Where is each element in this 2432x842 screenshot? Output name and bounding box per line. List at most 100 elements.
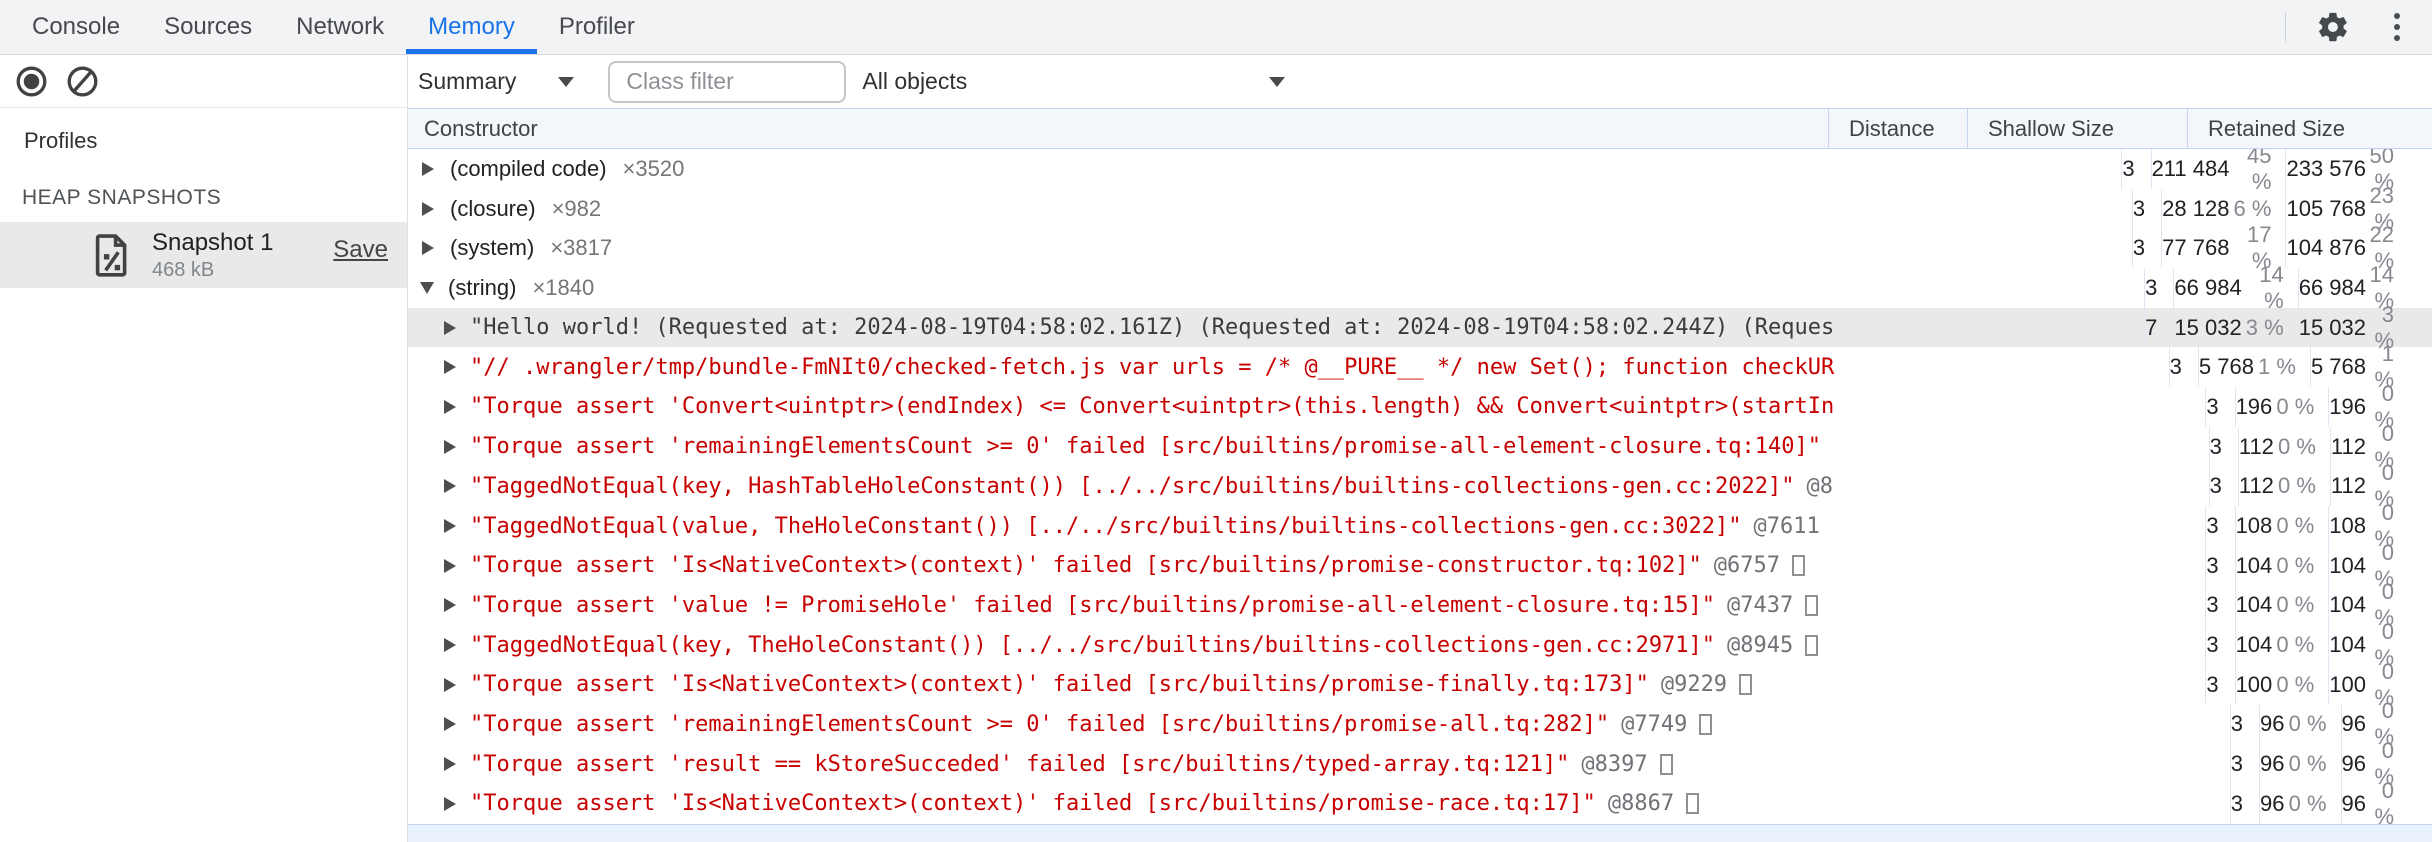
shallow-size-cell-percent: 0 %: [2276, 552, 2315, 578]
heap-row-string[interactable]: "Torque assert 'Is<NativeContext>(contex…: [408, 540, 2432, 591]
distance-cell: 3: [2208, 466, 2238, 507]
expand-arrow-icon[interactable]: [420, 281, 434, 294]
expand-arrow-icon[interactable]: [422, 201, 434, 216]
class-filter-input[interactable]: [608, 60, 847, 103]
heap-row-string[interactable]: "Torque assert 'remainingElementsCount >…: [408, 698, 2432, 749]
constructor-cell: "Torque assert 'value != PromiseHole' fa…: [408, 586, 2205, 626]
string-value: "Torque assert 'result == kStoreSucceded…: [470, 751, 1570, 777]
retained-size-cell: 96 0 %: [2340, 778, 2432, 824]
shallow-size-cell-percent: 0 %: [2278, 473, 2316, 499]
object-ref-icon[interactable]: [1739, 674, 1753, 696]
constructor-label: (compiled code): [450, 155, 607, 181]
expand-arrow-icon[interactable]: [444, 320, 456, 335]
shallow-size-cell-value: 104: [2235, 552, 2273, 578]
heap-row-string[interactable]: "TaggedNotEqual(key, HashTableHoleConsta…: [408, 460, 2432, 511]
object-id: @7437: [1727, 592, 1794, 618]
tab-network[interactable]: Network: [274, 0, 406, 54]
object-ref-icon[interactable]: [1792, 555, 1806, 577]
heap-row-string[interactable]: "Torque assert 'result == kStoreSucceded…: [408, 738, 2432, 789]
object-id: @9229: [1660, 672, 1728, 698]
expand-arrow-icon[interactable]: [444, 479, 456, 494]
object-ref-icon[interactable]: [1686, 793, 1700, 815]
object-ref-icon[interactable]: [1659, 753, 1673, 775]
heap-grid-header: Constructor Distance Shallow Size Retain…: [408, 108, 2432, 149]
retained-size-cell-value: 112: [2330, 473, 2366, 499]
string-value: "Torque assert 'Is<NativeContext>(contex…: [470, 553, 1702, 579]
distance-cell: 3: [2168, 347, 2198, 388]
retained-size-cell-value: 104: [2329, 552, 2366, 578]
heap-row-group[interactable]: (compiled code) ×3520 3 211 484 45 % 233 576 5…: [408, 149, 2432, 194]
expand-arrow-icon[interactable]: [422, 241, 434, 256]
shallow-size-cell: 5 768 1 %: [2197, 347, 2310, 388]
shallow-size-cell-percent: 6 %: [2233, 195, 2272, 221]
instance-count: ×3817: [550, 235, 613, 261]
column-header-constructor[interactable]: Constructor: [408, 109, 1828, 148]
distance-cell: 3: [2205, 387, 2234, 427]
expand-arrow-icon[interactable]: [444, 399, 456, 414]
tab-profiler[interactable]: Profiler: [537, 0, 657, 54]
shallow-size-cell: 96 0 %: [2259, 704, 2340, 745]
column-header-distance[interactable]: Distance: [1828, 109, 1967, 148]
heap-row-string[interactable]: "Hello world! (Requested at: 2024-08-19T…: [408, 302, 2432, 353]
heap-row-string[interactable]: "Torque assert 'remainingElementsCount >…: [408, 421, 2432, 472]
expand-arrow-icon[interactable]: [444, 677, 456, 692]
snapshot-list-item[interactable]: Snapshot 1 468 kB Save: [0, 222, 407, 288]
heap-row-string[interactable]: "Torque assert 'Is<NativeContext>(contex…: [408, 778, 2432, 824]
expand-arrow-icon[interactable]: [444, 558, 456, 573]
kebab-menu-icon[interactable]: [2388, 9, 2406, 45]
object-ref-icon[interactable]: [1699, 713, 1713, 735]
shallow-size-cell-percent: 0 %: [2288, 790, 2327, 816]
clear-all-icon[interactable]: [67, 66, 98, 97]
constructor-label: (string): [448, 274, 517, 300]
heap-row-string[interactable]: "// .wrangler/tmp/bundle-FmNIt0/checked-…: [408, 341, 2432, 392]
tab-sources[interactable]: Sources: [142, 0, 274, 54]
snapshot-info: Snapshot 1 468 kB: [152, 229, 273, 282]
heap-row-string[interactable]: "TaggedNotEqual(value, TheHoleConstant()…: [408, 500, 2432, 551]
object-id: @8945: [1727, 632, 1794, 658]
heap-row-group[interactable]: (string) ×1840 3 66 984 14 % 66 984 14 %: [408, 262, 2432, 313]
expand-arrow-icon[interactable]: [422, 161, 434, 176]
expand-arrow-icon[interactable]: [444, 598, 456, 613]
heap-row-string[interactable]: "TaggedNotEqual(key, TheHoleConstant()) …: [408, 619, 2432, 670]
column-header-shallow-size[interactable]: Shallow Size: [1967, 109, 2187, 148]
tab-console[interactable]: Console: [10, 0, 142, 54]
shallow-size-cell: 66 984 14 %: [2173, 262, 2297, 313]
expand-arrow-icon[interactable]: [444, 757, 456, 772]
string-value: "TaggedNotEqual(value, TheHoleConstant()…: [470, 513, 1742, 539]
expand-arrow-icon[interactable]: [444, 519, 456, 534]
expand-arrow-icon[interactable]: [444, 439, 456, 454]
column-header-retained-size[interactable]: Retained Size: [2187, 109, 2432, 148]
settings-gear-icon[interactable]: [2316, 10, 2350, 44]
distance-cell: 3: [2205, 545, 2234, 586]
shallow-size-cell-percent: 3 %: [2245, 314, 2284, 340]
constructor-cell: "TaggedNotEqual(key, HashTableHoleConsta…: [408, 467, 2209, 507]
snapshot-save-link[interactable]: Save: [333, 236, 388, 264]
objects-scope-select[interactable]: All objects: [862, 68, 1286, 95]
expand-arrow-icon[interactable]: [444, 717, 456, 732]
instance-count: ×982: [551, 195, 602, 221]
tab-memory[interactable]: Memory: [406, 0, 537, 54]
heap-row-string[interactable]: "Torque assert 'value != PromiseHole' fa…: [408, 579, 2432, 630]
shallow-size-cell-percent: 0 %: [2288, 711, 2327, 737]
tabstrip-right-controls: [2285, 0, 2432, 54]
expand-arrow-icon[interactable]: [444, 796, 456, 811]
retained-size-cell-value: 105 768: [2286, 195, 2366, 221]
distance-cell: 3: [2121, 149, 2150, 189]
expand-arrow-icon[interactable]: [444, 360, 456, 375]
object-ref-icon[interactable]: [1805, 634, 1819, 656]
string-value: "TaggedNotEqual(key, TheHoleConstant()) …: [470, 632, 1716, 658]
heap-row-group[interactable]: (system) ×3817 3 77 768 17 % 104 876 22 %: [408, 222, 2432, 273]
object-ref-icon[interactable]: [1805, 594, 1819, 616]
expand-arrow-icon[interactable]: [444, 638, 456, 653]
instance-count: ×3520: [622, 155, 685, 181]
distance-cell: 3: [2131, 228, 2161, 269]
heap-row-group[interactable]: (closure) ×982 3 28 128 6 % 105 768 23 %: [408, 183, 2432, 234]
record-icon[interactable]: [16, 66, 47, 97]
perspective-select[interactable]: Summary: [418, 68, 575, 95]
heap-row-string[interactable]: "Torque assert 'Is<NativeContext>(contex…: [408, 659, 2432, 710]
shallow-size-cell: 96 0 %: [2259, 744, 2340, 784]
heap-row-string[interactable]: "Torque assert 'Convert<uintptr>(endInde…: [408, 381, 2432, 432]
snapshot-size: 468 kB: [152, 258, 215, 281]
distance-cell: 7: [2144, 307, 2173, 348]
shallow-size-cell: 196 0 %: [2234, 387, 2329, 427]
